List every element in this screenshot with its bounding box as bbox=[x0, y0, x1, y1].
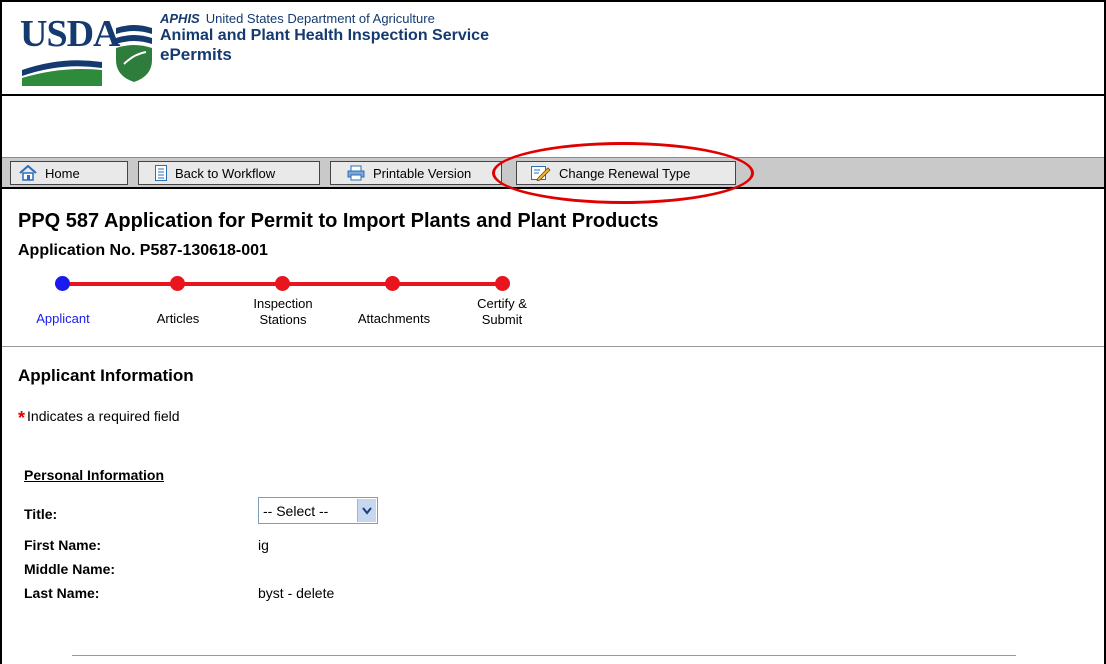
usda-logo[interactable]: USDA bbox=[20, 12, 120, 88]
department-name: United States Department of Agriculture bbox=[205, 11, 435, 26]
home-button[interactable]: Home bbox=[10, 161, 128, 185]
app-name: ePermits bbox=[160, 45, 232, 65]
printable-version-label: Printable Version bbox=[373, 165, 472, 181]
page-title: PPQ 587 Application for Permit to Import… bbox=[18, 210, 659, 232]
header-text-block: APHIS United States Department of Agricul… bbox=[160, 11, 489, 65]
department-line: APHIS United States Department of Agricul… bbox=[160, 11, 489, 27]
step-dot-articles[interactable] bbox=[170, 276, 185, 291]
required-note-text: Indicates a required field bbox=[27, 408, 180, 424]
subsection-personal-information: Personal Information bbox=[24, 467, 165, 483]
site-header: USDA APHIS United States Department of Ag… bbox=[2, 2, 1104, 96]
back-to-workflow-label: Back to Workflow bbox=[175, 165, 276, 181]
change-renewal-type-button[interactable]: Change Renewal Type bbox=[516, 161, 736, 185]
agency-name: Animal and Plant Health Inspection Servi… bbox=[160, 26, 489, 44]
title-select-value: -- Select -- bbox=[263, 502, 329, 519]
step-dot-applicant[interactable] bbox=[55, 276, 70, 291]
change-renewal-type-label: Change Renewal Type bbox=[559, 165, 691, 181]
browser-frame bbox=[0, 0, 1104, 664]
usda-logo-text: USDA bbox=[20, 13, 120, 55]
section-divider bbox=[2, 346, 1104, 347]
step-dot-attachments[interactable] bbox=[385, 276, 400, 291]
first-name-value: ig bbox=[258, 537, 269, 553]
application-number: Application No. P587-130618-001 bbox=[18, 242, 268, 259]
step-label-inspection-stations[interactable]: Inspection Stations bbox=[246, 296, 320, 327]
last-name-value: byst - delete bbox=[258, 585, 335, 601]
toolbar: Home Back to Workflow Printable Version … bbox=[2, 157, 1104, 189]
step-label-attachments[interactable]: Attachments bbox=[346, 311, 442, 327]
chevron-down-icon[interactable] bbox=[357, 499, 376, 522]
bottom-divider bbox=[72, 655, 1016, 656]
middle-name-label: Middle Name: bbox=[24, 561, 116, 577]
printable-version-button[interactable]: Printable Version bbox=[330, 161, 502, 185]
required-star: * bbox=[18, 408, 26, 428]
document-list-icon bbox=[155, 165, 167, 181]
required-field-note: * Indicates a required field bbox=[18, 408, 180, 429]
step-dot-certify-submit[interactable] bbox=[495, 276, 510, 291]
first-name-label: First Name: bbox=[24, 537, 102, 553]
home-icon bbox=[19, 165, 37, 181]
step-label-applicant[interactable]: Applicant bbox=[20, 311, 106, 327]
step-label-articles[interactable]: Articles bbox=[140, 311, 216, 327]
step-dot-inspection-stations[interactable] bbox=[275, 276, 290, 291]
printer-icon bbox=[347, 165, 365, 181]
title-select[interactable]: -- Select -- bbox=[258, 497, 378, 524]
aphis-abbreviation: APHIS bbox=[160, 11, 200, 26]
step-label-certify-submit[interactable]: Certify & Submit bbox=[462, 296, 542, 327]
aphis-emblem-icon bbox=[116, 25, 152, 82]
last-name-label: Last Name: bbox=[24, 585, 100, 601]
section-title: Applicant Information bbox=[18, 366, 194, 385]
title-label: Title: bbox=[24, 506, 58, 522]
home-button-label: Home bbox=[45, 165, 80, 181]
back-to-workflow-button[interactable]: Back to Workflow bbox=[138, 161, 320, 185]
usda-swoosh-icon bbox=[22, 60, 102, 86]
edit-pencil-icon bbox=[531, 166, 551, 181]
